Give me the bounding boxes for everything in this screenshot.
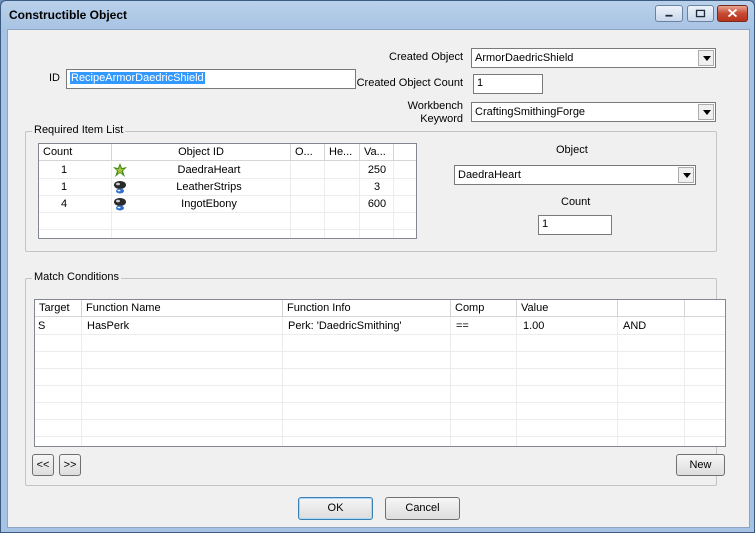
next-button[interactable]: >>	[59, 454, 81, 476]
close-button[interactable]	[717, 5, 748, 22]
id-input-value: RecipeArmorDaedricShield	[70, 72, 205, 84]
object-select-value: DaedraHeart	[458, 169, 521, 181]
id-label: ID	[49, 72, 60, 84]
previous-button[interactable]: <<	[32, 454, 54, 476]
minimize-icon	[665, 14, 673, 17]
id-input[interactable]: RecipeArmorDaedricShield	[66, 69, 356, 89]
match-conditions-group: Match Conditions Target Function Name Fu…	[25, 271, 726, 486]
leather-strips-icon	[114, 181, 126, 194]
count-input[interactable]: 1	[538, 215, 612, 235]
match-conditions-label: Match Conditions	[32, 271, 121, 283]
column-header-va[interactable]: Va...	[360, 144, 394, 161]
row-object-id: IngotEbony	[181, 198, 237, 210]
row-count: 4	[60, 198, 68, 210]
row-function-name: HasPerk	[87, 320, 130, 332]
chevron-down-icon[interactable]	[698, 104, 714, 120]
row-function-info: Perk: 'DaedricSmithing'	[288, 320, 402, 332]
daedra-heart-icon	[113, 163, 127, 177]
count-label: Count	[561, 196, 591, 208]
column-header-function-name[interactable]: Function Name	[82, 300, 283, 317]
dialog-client-area: ID RecipeArmorDaedricShield Created Obje…	[7, 29, 750, 528]
workbench-keyword-select[interactable]: CraftingSmithingForge	[471, 102, 716, 122]
minimize-button[interactable]	[655, 5, 683, 22]
row-target: S	[38, 320, 46, 332]
row-object-id: DaedraHeart	[177, 164, 241, 176]
workbench-keyword-value: CraftingSmithingForge	[475, 106, 586, 118]
chevron-down-icon[interactable]	[678, 167, 694, 183]
column-header-o[interactable]: O...	[291, 144, 325, 161]
object-label: Object	[556, 144, 588, 156]
close-icon	[727, 8, 738, 18]
column-header-filler	[685, 300, 725, 317]
column-header-filler	[394, 144, 416, 161]
column-header-comp[interactable]: Comp	[451, 300, 517, 317]
title-bar[interactable]: Constructible Object	[1, 1, 754, 29]
column-header-function-info[interactable]: Function Info	[283, 300, 451, 317]
window-title: Constructible Object	[9, 8, 128, 22]
row-object-id: LeatherStrips	[176, 181, 242, 193]
column-header-value[interactable]: Value	[517, 300, 618, 317]
column-header-object-id[interactable]: Object ID	[112, 144, 291, 161]
cancel-button[interactable]: Cancel	[385, 497, 460, 520]
dialog-window: Constructible Object ID RecipeArmorDaedr…	[0, 0, 755, 533]
row-comp: ==	[456, 320, 469, 332]
row-value: 600	[367, 198, 387, 210]
column-header-count[interactable]: Count	[39, 144, 112, 161]
created-object-label: Created Object	[389, 51, 463, 63]
created-object-count-label: Created Object Count	[356, 77, 463, 89]
workbench-keyword-label-line2: Keyword	[420, 113, 463, 125]
ok-button[interactable]: OK	[298, 497, 373, 520]
created-object-value: ArmorDaedricShield	[475, 52, 574, 64]
object-select[interactable]: DaedraHeart	[454, 165, 696, 185]
maximize-icon	[695, 9, 706, 18]
column-header-target[interactable]: Target	[35, 300, 82, 317]
ingot-ebony-icon	[114, 198, 126, 211]
required-item-list-label: Required Item List	[32, 124, 126, 136]
new-condition-button[interactable]: New	[676, 454, 725, 476]
match-conditions-table[interactable]: Target Function Name Function Info Comp …	[34, 299, 726, 447]
maximize-button[interactable]	[687, 5, 714, 22]
row-logic: AND	[623, 320, 647, 332]
required-items-table[interactable]: Count Object ID O... He... Va... 1 Daedr…	[38, 143, 417, 239]
row-value: 250	[367, 164, 387, 176]
row-value: 3	[373, 181, 381, 193]
created-object-select[interactable]: ArmorDaedricShield	[471, 48, 716, 68]
created-object-count-input[interactable]: 1	[473, 74, 543, 94]
chevron-down-icon[interactable]	[698, 50, 714, 66]
workbench-keyword-label-line1: Workbench	[407, 100, 463, 112]
required-item-list-group: Required Item List Count Object ID O... …	[25, 124, 717, 252]
row-count: 1	[60, 181, 68, 193]
row-count: 1	[60, 164, 68, 176]
row-value: 1.00	[523, 320, 545, 332]
column-header-logic[interactable]	[618, 300, 685, 317]
column-header-he[interactable]: He...	[325, 144, 360, 161]
